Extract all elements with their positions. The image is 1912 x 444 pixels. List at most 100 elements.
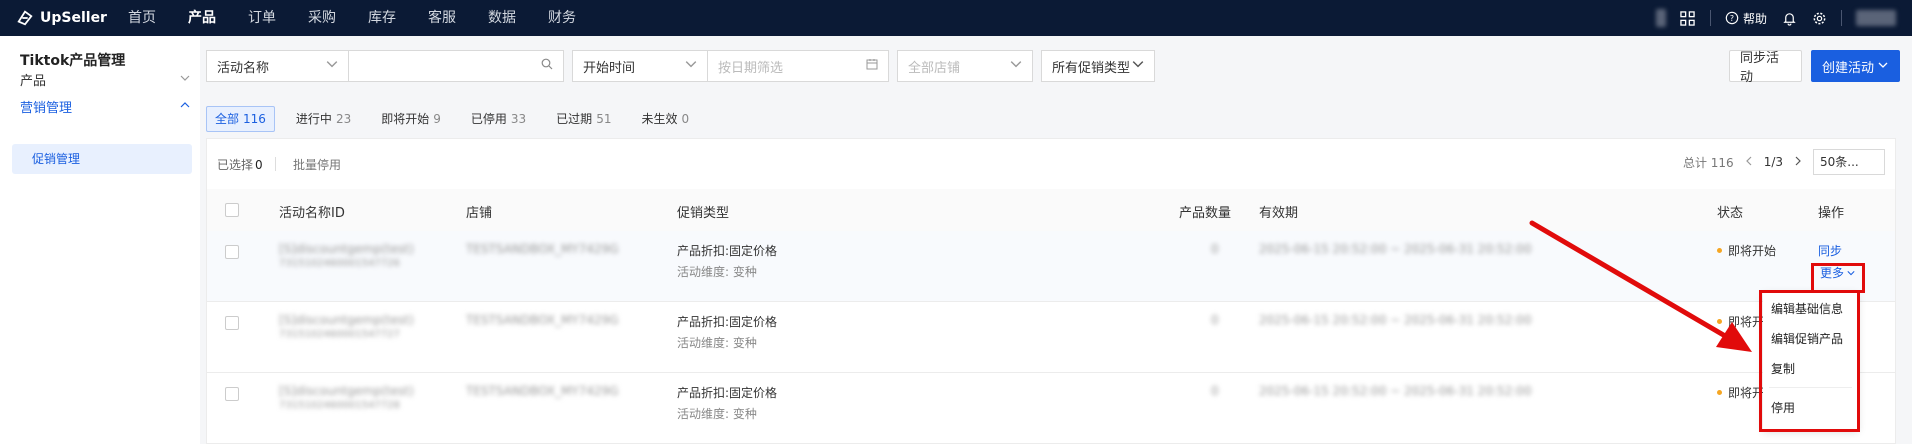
chevron-down-icon: [1010, 58, 1022, 74]
tab-in-progress[interactable]: 进行中 23: [287, 106, 360, 132]
promo-type-select[interactable]: 所有促销类型: [1041, 50, 1155, 82]
nav-data[interactable]: 数据: [472, 0, 532, 36]
prev-page-icon[interactable]: [1744, 155, 1754, 169]
toolbar-divider: [275, 157, 276, 171]
chevron-down-icon: [1132, 58, 1144, 74]
selected-number: 0: [255, 158, 263, 172]
batch-disable-button[interactable]: 批量停用: [293, 156, 341, 173]
sidebar-item-marketing[interactable]: 营销管理: [20, 97, 190, 116]
tab-count: 9: [433, 112, 441, 126]
main-nav: 首页 产品 订单 采购 库存 客服 数据 财务: [128, 0, 592, 36]
chevron-down-icon: [1878, 59, 1888, 74]
sync-link[interactable]: 同步: [1818, 242, 1842, 259]
table-row: [S]discountgemp(test) 731510246000154772…: [207, 373, 1895, 444]
store-select-label: 全部店铺: [908, 60, 961, 76]
table-header: 活动名称ID 店铺 促销类型 产品数量 有效期 状态 操作: [207, 189, 1895, 232]
tab-label: 即将开始: [381, 112, 430, 126]
topbar-divider-2: [1841, 10, 1842, 26]
row-checkbox[interactable]: [225, 245, 239, 259]
activity-name[interactable]: [S]discountgemp(test): [279, 242, 414, 256]
help-button[interactable]: ? 帮助: [1725, 10, 1767, 27]
tab-count: 51: [596, 112, 612, 126]
promo-type-cell: 产品折扣:固定价格 活动维度: 变种: [677, 384, 777, 422]
tab-not-effective[interactable]: 未生效 0: [632, 106, 698, 132]
product-qty: 0: [1211, 313, 1219, 327]
tab-upcoming[interactable]: 即将开始 9: [372, 106, 450, 132]
promo-type: 产品折扣:固定价格: [677, 386, 778, 400]
tab-disabled[interactable]: 已停用 33: [462, 106, 535, 132]
promo-dimension: 活动维度: 变种: [677, 336, 757, 350]
nav-products[interactable]: 产品: [172, 0, 232, 36]
chevron-up-icon: [180, 99, 190, 114]
nav-customer-service[interactable]: 客服: [412, 0, 472, 36]
date-placeholder: 按日期筛选: [718, 60, 784, 76]
search-input[interactable]: [348, 50, 564, 82]
time-type-select[interactable]: 开始时间: [572, 50, 708, 82]
sync-activity-button[interactable]: 同步活动: [1729, 50, 1802, 85]
promo-type-cell: 产品折扣:固定价格 活动维度: 变种: [677, 313, 777, 351]
gear-icon[interactable]: [1811, 10, 1827, 26]
nav-purchase[interactable]: 采购: [292, 0, 352, 36]
tab-count: 0: [681, 112, 690, 126]
blurred-avatar-small: [1655, 9, 1666, 27]
next-page-icon[interactable]: [1793, 155, 1803, 169]
sidebar: Tiktok产品管理 产品 营销管理 促销管理: [0, 36, 200, 444]
chevron-down-icon: [180, 72, 190, 87]
promo-dimension: 活动维度: 变种: [677, 407, 757, 421]
create-activity-button[interactable]: 创建活动: [1811, 50, 1900, 82]
nav-inventory[interactable]: 库存: [352, 0, 412, 36]
row-checkbox[interactable]: [225, 387, 239, 401]
store-select[interactable]: 全部店铺: [897, 50, 1033, 82]
tab-count: 33: [510, 112, 527, 126]
tab-expired[interactable]: 已过期 51: [547, 106, 620, 132]
help-label: 帮助: [1742, 11, 1767, 26]
activity-name[interactable]: [S]discountgemp(test): [279, 384, 414, 398]
annotation-highlight-more: [1811, 263, 1865, 293]
pagination: 总计 116 1/3 50条...: [1683, 149, 1885, 175]
tab-label: 已过期: [556, 112, 593, 126]
top-right-tools: ? 帮助: [1655, 0, 1896, 36]
header-promo-type: 促销类型: [677, 206, 730, 221]
upseller-logo[interactable]: UpSeller: [16, 8, 107, 28]
sidebar-item-products[interactable]: 产品: [20, 70, 190, 89]
date-range-picker[interactable]: 按日期筛选: [707, 50, 889, 82]
activity-id: 7315102460001547728: [279, 400, 400, 411]
tab-label: 进行中: [295, 112, 332, 126]
nav-orders[interactable]: 订单: [232, 0, 292, 36]
annotation-highlight-menu: [1759, 290, 1860, 432]
tab-label: 已停用: [470, 112, 507, 126]
chevron-down-icon: [326, 58, 338, 74]
validity-period: 2025-06-15 20:52:00 ~ 2025-06-31 20:52:0…: [1259, 242, 1532, 256]
activity-name[interactable]: [S]discountgemp(test): [279, 313, 414, 327]
page-size-select[interactable]: 50条...: [1813, 149, 1885, 175]
top-navigation-bar: UpSeller 首页 产品 订单 采购 库存 客服 数据 财务 ? 帮助: [0, 0, 1912, 36]
logo-icon: [17, 10, 33, 26]
sidebar-item-promotion-management[interactable]: 促销管理: [12, 144, 192, 174]
tab-count: 23: [335, 112, 352, 126]
apps-grid-icon[interactable]: [1680, 10, 1696, 26]
search-icon[interactable]: [541, 58, 553, 74]
nav-finance[interactable]: 财务: [532, 0, 592, 36]
total-count: 总计 116: [1682, 155, 1734, 170]
tab-all[interactable]: 全部 116: [206, 106, 275, 132]
activity-name-select[interactable]: 活动名称: [206, 50, 349, 82]
topbar-divider: [1709, 10, 1711, 26]
promo-type-label: 所有促销类型: [1052, 60, 1131, 76]
logo-text: UpSeller: [40, 10, 107, 26]
header-operation: 操作: [1818, 206, 1845, 221]
activity-id: 7315102460001547727: [279, 329, 400, 340]
status-dot: [1717, 319, 1722, 324]
promo-type: 产品折扣:固定价格: [677, 315, 778, 329]
table-row: [S]discountgemp(test) 731510246000154772…: [207, 231, 1895, 302]
select-all-checkbox[interactable]: [225, 203, 239, 217]
status-text: 即将开始: [1728, 244, 1777, 258]
header-store: 店铺: [466, 206, 493, 221]
promo-type-cell: 产品折扣:固定价格 活动维度: 变种: [677, 242, 777, 280]
row-checkbox[interactable]: [225, 316, 239, 330]
status-dot: [1717, 248, 1722, 253]
blurred-user-account[interactable]: [1856, 10, 1896, 26]
promotion-table-panel: 已选择 0 批量停用 总计 116 1/3 50条... 活动名称ID 店铺 促销…: [206, 138, 1896, 444]
create-activity-label: 创建活动: [1822, 60, 1875, 76]
nav-home[interactable]: 首页: [128, 0, 172, 36]
bell-icon[interactable]: [1781, 10, 1797, 26]
